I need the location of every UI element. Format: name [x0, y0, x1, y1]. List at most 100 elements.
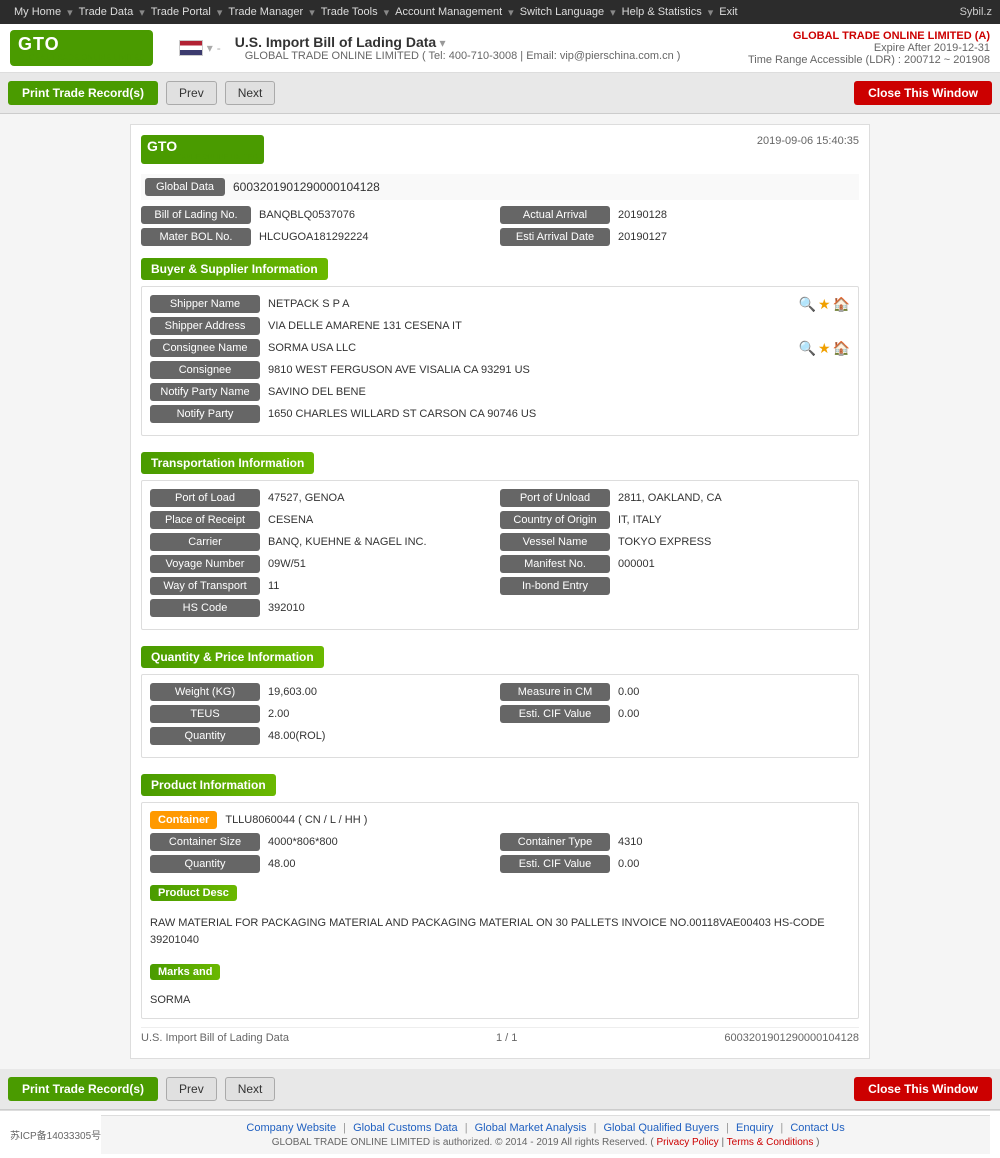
record-pagination: 1 / 1 [496, 1032, 517, 1044]
record-footer: U.S. Import Bill of Lading Data 1 / 1 60… [141, 1027, 859, 1048]
sep2: | [465, 1122, 468, 1134]
notify-party-value: 1650 CHARLES WILLARD ST CARSON CA 90746 … [260, 405, 850, 423]
nav-trademanager[interactable]: Trade Manager [222, 6, 309, 18]
header-title: U.S. Import Bill of Lading Data [235, 34, 436, 50]
header-title-area: U.S. Import Bill of Lading Data ▾ GLOBAL… [235, 34, 681, 62]
manifest-no-value: 000001 [610, 555, 850, 573]
header-bar: GTO GLOBAL TRADE ONLINE LIMITED ▾ - U.S.… [0, 24, 1000, 73]
nav-tradeportal[interactable]: Trade Portal [145, 6, 217, 18]
transportation-section: Port of Load 47527, GENOA Port of Unload… [141, 480, 859, 630]
shipper-name-row: Shipper Name NETPACK S P A 🔍 ★ 🏠 [150, 295, 850, 313]
record-datetime: 2019-09-06 15:40:35 [757, 135, 859, 147]
esti-cif-value: 0.00 [610, 705, 850, 723]
container-size-label: Container Size [150, 833, 260, 851]
vessel-col: Vessel Name TOKYO EXPRESS [500, 533, 850, 551]
weight-measure-row: Weight (KG) 19,603.00 Measure in CM 0.00 [150, 683, 850, 701]
container-type-value: 4310 [610, 833, 850, 851]
contact-tel: Tel: 400-710-3008 [429, 50, 518, 62]
way-transport-col: Way of Transport 11 [150, 577, 500, 595]
flag-area: ▾ - [179, 40, 225, 56]
weight-col: Weight (KG) 19,603.00 [150, 683, 500, 701]
shipper-address-value: VIA DELLE AMARENE 131 CESENA IT [260, 317, 850, 335]
footer-global-customs[interactable]: Global Customs Data [353, 1122, 458, 1134]
nav-tradetools[interactable]: Trade Tools [315, 6, 384, 18]
print-button-top[interactable]: Print Trade Record(s) [8, 81, 158, 105]
mater-bol-col: Mater BOL No. HLCUGOA181292224 [141, 228, 500, 246]
next-button-top[interactable]: Next [225, 81, 276, 105]
voyage-number-value: 09W/51 [260, 555, 500, 573]
logo-area: GTO GLOBAL TRADE ONLINE LIMITED [10, 30, 153, 66]
nav-tradedata[interactable]: Trade Data [73, 6, 140, 18]
star-icon-shipper[interactable]: ★ [818, 296, 831, 313]
product-quantity-label: Quantity [150, 855, 260, 873]
header-title-arrow[interactable]: ▾ [440, 36, 446, 50]
esti-arrival-value: 20190127 [610, 228, 859, 246]
container-type-col: Container Type 4310 [500, 833, 850, 851]
port-unload-col: Port of Unload 2811, OAKLAND, CA [500, 489, 850, 507]
footer-global-market[interactable]: Global Market Analysis [475, 1122, 587, 1134]
buyer-supplier-section: Shipper Name NETPACK S P A 🔍 ★ 🏠 Shipper… [141, 286, 859, 436]
close-button-bottom[interactable]: Close This Window [854, 1077, 992, 1101]
nav-exit[interactable]: Exit [713, 6, 743, 18]
nav-myhome[interactable]: My Home [8, 6, 67, 18]
voyage-number-label: Voyage Number [150, 555, 260, 573]
prev-button-bottom[interactable]: Prev [166, 1077, 217, 1101]
search-icon-shipper[interactable]: 🔍 [799, 296, 816, 313]
footer-contact-us[interactable]: Contact Us [790, 1122, 844, 1134]
search-icon-consignee[interactable]: 🔍 [799, 340, 816, 357]
us-flag [179, 40, 203, 56]
place-receipt-col: Place of Receipt CESENA [150, 511, 500, 529]
buyer-supplier-header: Buyer & Supplier Information [141, 258, 328, 280]
logo-box: GTO GLOBAL TRADE ONLINE LIMITED [10, 30, 153, 66]
action-bar-top: Print Trade Record(s) Prev Next Close Th… [0, 73, 1000, 114]
notify-party-label: Notify Party [150, 405, 260, 423]
star-icon-consignee[interactable]: ★ [818, 340, 831, 357]
nav-switchlang[interactable]: Switch Language [514, 6, 610, 18]
product-header: Product Information [141, 774, 276, 796]
bol-row: Bill of Lading No. BANQBLQ0537076 Actual… [141, 206, 859, 224]
privacy-policy-link[interactable]: Privacy Policy [656, 1137, 718, 1148]
footer-enquiry[interactable]: Enquiry [736, 1122, 773, 1134]
next-button-bottom[interactable]: Next [225, 1077, 276, 1101]
bol-col: Bill of Lading No. BANQBLQ0537076 [141, 206, 500, 224]
close-button-top[interactable]: Close This Window [854, 81, 992, 105]
shipper-address-label: Shipper Address [150, 317, 260, 335]
container-size-value: 4000*806*800 [260, 833, 500, 851]
record-logo: GTO GLOBAL TRADE ONLINE LIMITED [141, 135, 264, 164]
home-icon-shipper[interactable]: 🏠 [833, 296, 850, 313]
way-of-transport-label: Way of Transport [150, 577, 260, 595]
country-origin-label: Country of Origin [500, 511, 610, 529]
nav-accountmgmt[interactable]: Account Management [389, 6, 508, 18]
record-logo-text: GTO [147, 138, 177, 154]
prev-button-top[interactable]: Prev [166, 81, 217, 105]
teus-value: 2.00 [260, 705, 500, 723]
vessel-name-value: TOKYO EXPRESS [610, 533, 850, 551]
teus-cif-row: TEUS 2.00 Esti. CIF Value 0.00 [150, 705, 850, 723]
nav-helpstats[interactable]: Help & Statistics [616, 6, 708, 18]
product-desc-text: RAW MATERIAL FOR PACKAGING MATERIAL AND … [150, 911, 850, 952]
product-desc-badge: Product Desc [150, 885, 237, 901]
expire-label: Expire After 2019-12-31 [748, 42, 990, 54]
terms-link[interactable]: Terms & Conditions [727, 1137, 814, 1148]
consignee-name-label: Consignee Name [150, 339, 260, 357]
actual-arrival-label: Actual Arrival [500, 206, 610, 224]
print-button-bottom[interactable]: Print Trade Record(s) [8, 1077, 158, 1101]
footer-global-buyers[interactable]: Global Qualified Buyers [603, 1122, 719, 1134]
sep1: | [343, 1122, 346, 1134]
esti-cif-col: Esti. CIF Value 0.00 [500, 705, 850, 723]
port-unload-label: Port of Unload [500, 489, 610, 507]
container-badge: Container [150, 811, 217, 829]
product-quantity-value: 48.00 [260, 855, 500, 873]
home-icon-consignee[interactable]: 🏠 [833, 340, 850, 357]
carrier-col: Carrier BANQ, KUEHNE & NAGEL INC. [150, 533, 500, 551]
quantity-row: Quantity 48.00(ROL) [150, 727, 850, 745]
measure-value: 0.00 [610, 683, 850, 701]
top-nav: My Home ▾ Trade Data ▾ Trade Portal ▾ Tr… [0, 0, 1000, 24]
teus-col: TEUS 2.00 [150, 705, 500, 723]
flag-arrow: ▾ [207, 41, 213, 55]
measure-label: Measure in CM [500, 683, 610, 701]
footer-company-website[interactable]: Company Website [246, 1122, 336, 1134]
measure-col: Measure in CM 0.00 [500, 683, 850, 701]
separator: - [217, 41, 221, 55]
voyage-col: Voyage Number 09W/51 [150, 555, 500, 573]
